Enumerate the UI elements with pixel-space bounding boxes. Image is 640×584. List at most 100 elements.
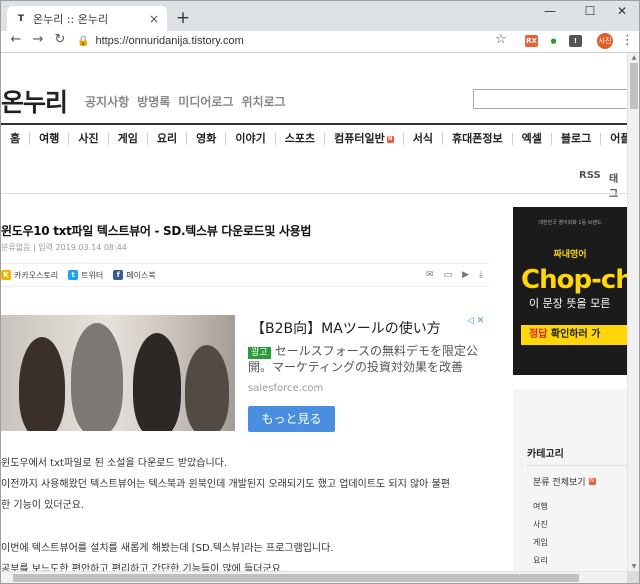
category-item[interactable]: 홈 bbox=[1, 133, 29, 145]
maximize-button[interactable]: ☐ bbox=[575, 4, 605, 18]
tab-close-icon[interactable]: × bbox=[149, 12, 159, 26]
banner-headline: Chop-ch bbox=[521, 265, 627, 295]
category-item[interactable]: 요리 bbox=[146, 132, 186, 145]
sidebar-category-item[interactable]: 사진 bbox=[533, 516, 548, 534]
category-label: 컴퓨터일반 bbox=[334, 132, 385, 145]
category-label: 블로그 bbox=[560, 132, 592, 145]
body-paragraph: 한 기능이 있더군요. bbox=[1, 500, 85, 511]
category-all-label: 분류 전체보기 bbox=[533, 478, 586, 488]
horizontal-scroll-thumb[interactable] bbox=[13, 574, 579, 582]
window-close-button[interactable]: ✕ bbox=[607, 4, 637, 18]
category-label: 요리 bbox=[156, 132, 178, 145]
category-item[interactable]: 어플정... bbox=[600, 133, 627, 145]
forward-icon[interactable]: → bbox=[29, 32, 47, 47]
topnav-guestbook[interactable]: 방명록 bbox=[137, 93, 170, 110]
reload-icon[interactable]: ↻ bbox=[51, 32, 69, 47]
rss-link[interactable]: RSS bbox=[579, 170, 601, 181]
tab-title: 온누리 :: 온누리 bbox=[33, 13, 109, 26]
category-label: 휴대폰정보 bbox=[451, 132, 503, 145]
vertical-scroll-thumb[interactable] bbox=[630, 63, 638, 109]
scroll-up-icon[interactable]: ▲ bbox=[628, 54, 640, 61]
post-body: 윈도우에서 txt파일로 된 소설을 다운로드 받았습니다. 이전까지 사용해왔… bbox=[1, 453, 491, 571]
extension-green-icon[interactable]: ● bbox=[547, 35, 560, 47]
browser-menu-icon[interactable]: ⋮ bbox=[621, 33, 634, 48]
category-label: 홈 bbox=[10, 132, 21, 145]
site-logo[interactable]: 온누리 bbox=[1, 83, 68, 119]
extension-rx-icon[interactable]: RX bbox=[525, 35, 538, 47]
category-label: 엑셀 bbox=[521, 132, 542, 145]
new-tab-button[interactable]: + bbox=[173, 8, 193, 28]
play-icon[interactable]: ▶ bbox=[462, 270, 469, 280]
header-divider bbox=[1, 123, 627, 125]
category-item[interactable]: 여행 bbox=[29, 133, 68, 145]
url-text[interactable]: https://onnuridanija.tistory.com bbox=[95, 35, 243, 47]
profile-avatar[interactable]: 사진 bbox=[597, 33, 613, 49]
sidebar-categories: 카테고리 분류 전체보기 N 여행 사진 게임 요리 bbox=[513, 389, 627, 571]
ad-image[interactable] bbox=[1, 315, 235, 431]
horizontal-scrollbar[interactable] bbox=[1, 571, 627, 583]
category-item[interactable]: 휴대폰정보 bbox=[441, 132, 512, 145]
download-icon[interactable]: ⤓ bbox=[479, 270, 483, 280]
sidebar-category-item[interactable]: 요리 bbox=[533, 552, 548, 570]
top-nav: 공지사항 방명록 미디어로그 위치로그 bbox=[85, 93, 286, 110]
category-item[interactable]: 영화 bbox=[186, 133, 225, 145]
category-label: 이야기 bbox=[235, 132, 266, 145]
category-label: 서식 bbox=[412, 132, 433, 145]
share-label: 카카오스토리 bbox=[14, 270, 59, 280]
category-label: 영화 bbox=[196, 132, 217, 145]
window-icon[interactable]: ▭ bbox=[444, 270, 453, 280]
address-bar[interactable]: 🔒 https://onnuridanija.tistory.com bbox=[77, 31, 513, 51]
twitter-icon: t bbox=[68, 270, 79, 280]
category-item[interactable]: 이야기 bbox=[225, 133, 274, 145]
ad-choices-icon[interactable]: ◁ ✕ bbox=[467, 316, 484, 326]
banner-cta-text: 확인하러 가 bbox=[547, 329, 601, 340]
ad-more-button[interactable]: もっと見る bbox=[248, 406, 335, 432]
post-meta: 분류없음 | 입력 2019.03.14 08:44 bbox=[1, 243, 127, 252]
bookmark-star-icon[interactable]: ☆ bbox=[495, 32, 507, 47]
topnav-notice[interactable]: 공지사항 bbox=[85, 93, 129, 110]
mail-icon[interactable]: ✉ bbox=[426, 270, 434, 280]
sidebar-category-item[interactable]: 게임 bbox=[533, 534, 548, 552]
share-label: 페이스북 bbox=[126, 270, 156, 280]
ad-title[interactable]: 【B2B向】MAツールの使い方 bbox=[251, 318, 441, 338]
banner-brand: 짜내영어 bbox=[553, 250, 587, 260]
new-badge-icon: N bbox=[386, 135, 394, 143]
vertical-scrollbar[interactable]: ▲ ▼ bbox=[627, 53, 639, 571]
back-icon[interactable]: ← bbox=[7, 32, 25, 47]
category-item[interactable]: 사진 bbox=[68, 133, 107, 145]
share-kakaostory[interactable]: K 카카오스토리 bbox=[1, 270, 58, 281]
body-paragraph: 윈도우에서 txt파일로 된 소설을 다운로드 받았습니다. bbox=[1, 458, 228, 469]
share-bar: K 카카오스토리 t 트위터 f 페이스북 ✉ ▭ ▶ ⤓ bbox=[1, 263, 489, 287]
category-item[interactable]: 컴퓨터일반 N bbox=[324, 133, 403, 145]
share-facebook[interactable]: f 페이스북 bbox=[113, 270, 156, 281]
browser-tab[interactable]: T 온누리 :: 온누리 × bbox=[7, 6, 167, 32]
sidebar-category-item[interactable]: 여행 bbox=[533, 498, 548, 516]
category-label: 게임 bbox=[117, 132, 138, 145]
category-all-link[interactable]: 분류 전체보기 N bbox=[533, 475, 596, 488]
minimize-button[interactable]: — bbox=[535, 4, 565, 18]
category-item[interactable]: 스포츠 bbox=[274, 133, 324, 145]
search-input[interactable] bbox=[473, 89, 627, 109]
banner-cta[interactable]: 정답 확인하러 가 bbox=[521, 325, 627, 345]
sidebar-ad-banner[interactable]: 대한민국 영어회화 1등 브랜드 짜내영어 Chop-ch 이 문장 뜻을 모른… bbox=[513, 207, 627, 375]
lock-icon: 🔒 bbox=[77, 35, 90, 47]
extension-alert-icon[interactable]: ! bbox=[569, 35, 582, 47]
category-item[interactable]: 서식 bbox=[402, 132, 442, 145]
tag-link[interactable]: 태그 bbox=[609, 170, 627, 200]
scroll-down-icon[interactable]: ▼ bbox=[628, 563, 640, 570]
banner-cta-highlight: 정답 bbox=[529, 329, 548, 340]
category-item[interactable]: 엑셀 bbox=[511, 132, 551, 145]
banner-tagline: 대한민국 영어회화 1등 브랜드 bbox=[538, 220, 602, 226]
category-label: 사진 bbox=[78, 132, 99, 145]
share-twitter[interactable]: t 트위터 bbox=[68, 270, 103, 281]
body-paragraph: 공부를 보느도한 편안하고 편리하고 간단한 기능들이 많에 들더군요. bbox=[1, 564, 285, 571]
topnav-locationlog[interactable]: 위치로그 bbox=[242, 93, 286, 110]
category-item[interactable]: 게임 bbox=[107, 132, 147, 145]
ad-badge: 광고 bbox=[248, 347, 271, 359]
topnav-medialog[interactable]: 미디어로그 bbox=[178, 93, 233, 110]
category-heading: 카테고리 bbox=[527, 449, 564, 460]
category-item[interactable]: 블로그 bbox=[550, 132, 600, 145]
browser-toolbar: ← → ↻ 🔒 https://onnuridanija.tistory.com… bbox=[1, 31, 639, 51]
category-label: 어플정... bbox=[610, 132, 627, 145]
nav-divider bbox=[1, 193, 627, 194]
